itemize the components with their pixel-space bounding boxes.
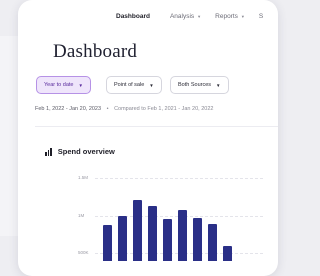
- spend-bar[interactable]: [223, 245, 232, 261]
- nav-item-label: Reports: [215, 13, 238, 20]
- chevron-down-icon: ▼: [216, 82, 221, 88]
- period-filter-dropdown[interactable]: Year to date ▼: [36, 76, 91, 94]
- spend-overview-header: Spend overview: [45, 147, 115, 156]
- bar-chart-icon: [45, 147, 53, 156]
- chevron-down-icon: ▼: [149, 82, 154, 88]
- gridline: [95, 178, 263, 179]
- y-axis-tick-label: 500K: [78, 250, 89, 255]
- y-axis-tick-label: 1M: [78, 212, 85, 218]
- chevron-down-icon: ▼: [78, 82, 83, 88]
- sources-filter-label: Both Sources: [178, 82, 212, 88]
- period-filter-label: Year to date: [44, 82, 74, 88]
- chevron-down-icon: ▼: [197, 14, 202, 19]
- spend-bar[interactable]: [178, 209, 187, 261]
- spend-bar[interactable]: [133, 199, 142, 261]
- nav-item-label: S: [258, 13, 264, 20]
- section-divider: [35, 126, 278, 127]
- spend-bar[interactable]: [118, 216, 127, 261]
- spend-bar[interactable]: [148, 205, 157, 261]
- page-title: Dashboard: [53, 41, 138, 62]
- chevron-down-icon: ▼: [240, 14, 245, 19]
- spend-overview-title: Spend overview: [57, 147, 115, 156]
- top-nav: Dashboard Analysis ▼ Reports ▼ S: [116, 13, 278, 20]
- current-date-range: Feb 1, 2022 - Jan 20, 2023: [35, 106, 102, 112]
- nav-item-analysis[interactable]: Analysis ▼: [170, 13, 201, 20]
- spend-bar[interactable]: [193, 217, 202, 261]
- nav-item-truncated[interactable]: S: [259, 13, 263, 20]
- spend-bar[interactable]: [163, 219, 172, 261]
- date-range-summary: Feb 1, 2022 - Jan 20, 2023 • Compared to…: [35, 106, 213, 112]
- sources-filter-dropdown[interactable]: Both Sources ▼: [170, 76, 229, 94]
- nav-item-dashboard[interactable]: Dashboard: [116, 13, 150, 20]
- location-filter-dropdown[interactable]: Point of sale ▼: [106, 76, 162, 94]
- nav-item-label: Dashboard: [116, 13, 150, 20]
- y-axis-tick-label: 1.5M: [78, 175, 89, 180]
- comparison-date-range: Compared to Feb 1, 2021 - Jan 20, 2022: [114, 106, 214, 112]
- nav-item-label: Analysis: [169, 13, 195, 20]
- location-filter-label: Point of sale: [114, 82, 145, 88]
- nav-item-reports[interactable]: Reports ▼: [215, 13, 245, 20]
- spend-bar[interactable]: [103, 225, 112, 261]
- separator-dot: •: [106, 106, 109, 112]
- spend-bar[interactable]: [208, 223, 217, 261]
